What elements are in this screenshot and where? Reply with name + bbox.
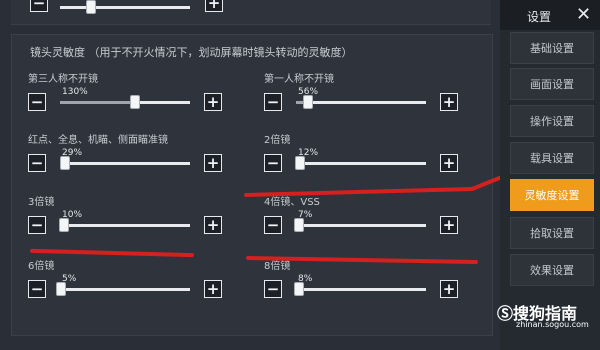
watermark-url: zhinan.sogou.com [516, 320, 589, 329]
slider-track[interactable] [296, 162, 426, 165]
sidebar-item[interactable]: 基础设置 [510, 32, 594, 64]
sidebar-item[interactable]: 画面设置 [510, 68, 594, 100]
slider-handle[interactable] [56, 282, 67, 296]
plus-button[interactable]: + [204, 93, 222, 111]
plus-button[interactable]: + [440, 216, 458, 234]
minus-button[interactable]: − [264, 280, 282, 298]
slider-label: 第一人称不开镜 [264, 74, 334, 85]
slider-label: 6倍镜 [28, 261, 55, 272]
plus-button[interactable]: + [440, 154, 458, 172]
slider-handle[interactable] [293, 282, 304, 296]
plus-button[interactable]: + [204, 280, 222, 298]
slider-value: 130% [62, 87, 88, 97]
minus-button[interactable]: − [264, 93, 282, 111]
minus-button[interactable]: − [264, 154, 282, 172]
slider-track[interactable] [60, 101, 190, 104]
minus-button[interactable]: − [264, 216, 282, 234]
sidebar-item[interactable]: 效果设置 [510, 254, 594, 286]
slider-track[interactable] [296, 224, 426, 227]
slider-handle[interactable] [302, 95, 313, 109]
sidebar-item[interactable]: 灵敏度设置 [510, 179, 594, 211]
prev-slider-handle[interactable] [86, 0, 96, 14]
slider-handle[interactable] [58, 218, 69, 232]
plus-button[interactable]: + [440, 93, 458, 111]
slider-fill [60, 101, 136, 104]
minus-button[interactable]: − [28, 280, 46, 298]
previous-section-panel [11, 0, 491, 25]
sidebar-title: 设置 [527, 10, 552, 24]
slider-label: 第三人称不开镜 [28, 74, 98, 85]
plus-button[interactable]: + [204, 216, 222, 234]
slider-label: 2倍镜 [264, 135, 291, 146]
sidebar-item[interactable]: 拾取设置 [510, 217, 594, 249]
prev-slider-track[interactable] [60, 6, 190, 9]
slider-track[interactable] [296, 101, 426, 104]
slider-track[interactable] [60, 162, 190, 165]
plus-button[interactable]: + [440, 280, 458, 298]
slider-track[interactable] [60, 288, 190, 291]
prev-minus-button[interactable]: − [30, 0, 48, 12]
prev-plus-button[interactable]: + [205, 0, 223, 12]
slider-handle[interactable] [294, 156, 305, 170]
minus-button[interactable]: − [28, 154, 46, 172]
slider-track[interactable] [60, 224, 190, 227]
close-icon[interactable]: ✕ [576, 4, 591, 25]
minus-button[interactable]: − [28, 93, 46, 111]
slider-label: 红点、全息、机瞄、侧面瞄准镜 [28, 135, 168, 146]
slider-label: 3倍镜 [28, 197, 55, 208]
slider-handle[interactable] [293, 218, 304, 232]
sogou-logo: Ⓢ [497, 304, 514, 323]
slider-handle[interactable] [60, 156, 71, 170]
slider-handle[interactable] [130, 95, 141, 109]
minus-button[interactable]: − [28, 216, 46, 234]
section-title: 镜头灵敏度 （用于不开火情况下，划动屏幕时镜头转动的灵敏度） [30, 46, 353, 59]
slider-track[interactable] [296, 288, 426, 291]
sidebar-item[interactable]: 载具设置 [510, 142, 594, 174]
plus-button[interactable]: + [204, 154, 222, 172]
sidebar-item[interactable]: 操作设置 [510, 105, 594, 137]
